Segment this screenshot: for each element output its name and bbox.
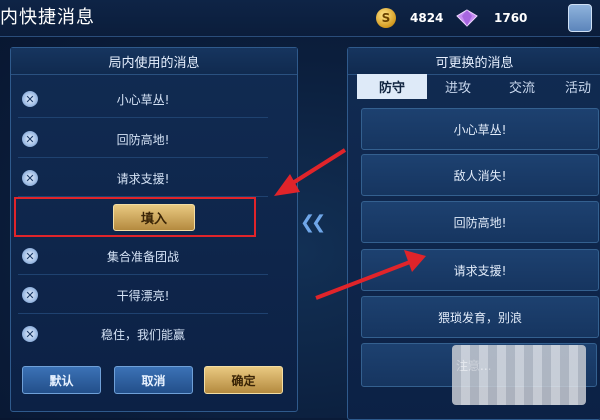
arrow-to-right-option bbox=[315, 250, 426, 300]
annotation-arrows bbox=[274, 148, 426, 300]
arrow-to-left-slot bbox=[274, 148, 347, 196]
